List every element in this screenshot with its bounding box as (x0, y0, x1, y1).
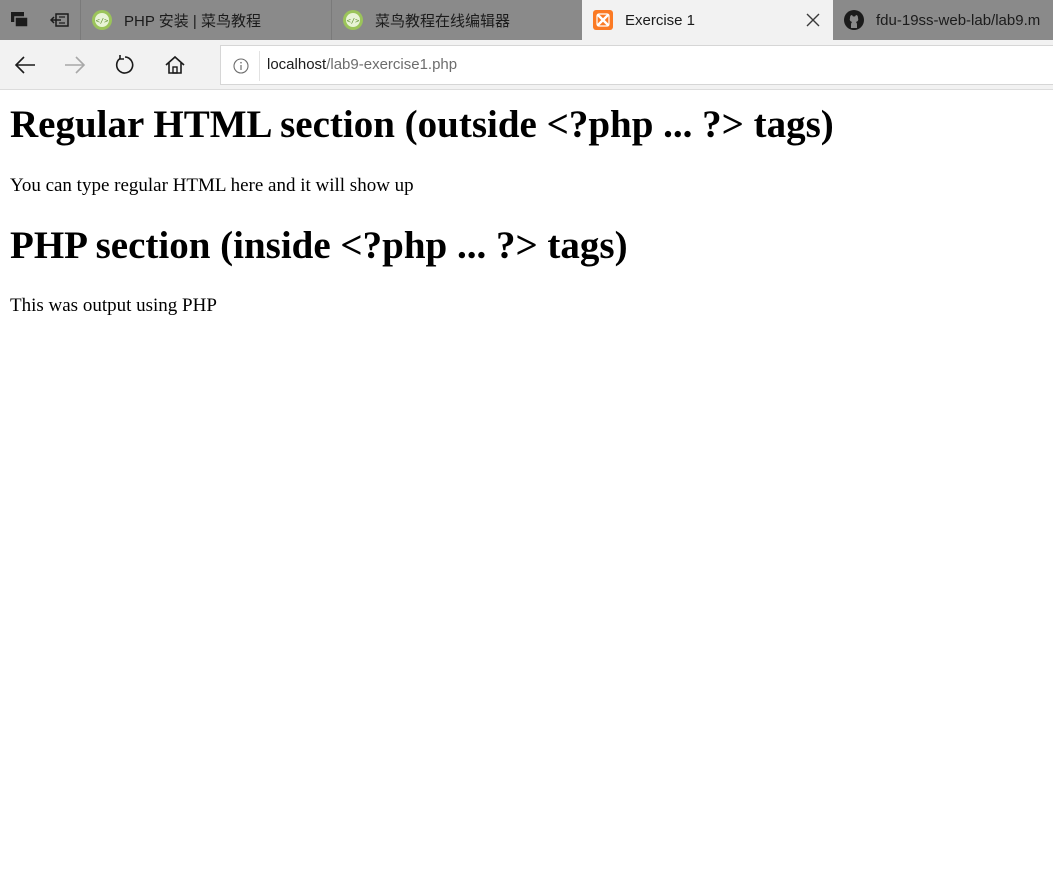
refresh-button[interactable] (100, 40, 150, 90)
back-arrow-icon (14, 56, 35, 74)
runoob-icon: </> (343, 10, 363, 30)
tab-title: 菜鸟教程在线编辑器 (375, 12, 511, 30)
url-host: localhost (267, 56, 327, 73)
tab-exercise-1[interactable]: Exercise 1 (582, 0, 833, 40)
set-aside-icon (50, 13, 69, 27)
forward-button[interactable] (50, 40, 100, 90)
runoob-icon: </> (92, 10, 112, 30)
tab-title: Exercise 1 (625, 11, 696, 29)
url-path: /lab9-exercise1.php (326, 56, 458, 73)
tab-php-install[interactable]: </> PHP 安装 | 菜鸟教程 (80, 0, 331, 40)
home-icon (165, 55, 185, 74)
github-icon (844, 10, 864, 30)
back-button[interactable] (0, 40, 50, 90)
tab-title: fdu-19ss-web-lab/lab9.m (876, 11, 1041, 29)
navigation-bar: localhost/lab9-exercise1.php (0, 40, 1053, 90)
xampp-icon (593, 10, 613, 30)
svg-text:</>: </> (347, 17, 360, 25)
close-icon (806, 13, 820, 27)
page-content: Regular HTML section (outside <?php ... … (0, 91, 1053, 891)
set-aside-tabs-button[interactable] (40, 0, 80, 40)
paragraph-php-output: This was output using PHP (10, 295, 217, 317)
info-icon[interactable] (233, 58, 249, 74)
tab-strip: </> PHP 安装 | 菜鸟教程 </> 菜鸟教程在线编辑器 Exercise… (0, 0, 1053, 40)
heading-php-section: PHP section (inside <?php ... ?> tags) (10, 223, 628, 267)
paragraph-regular-html: You can type regular HTML here and it wi… (10, 174, 414, 196)
close-tab-button[interactable] (803, 10, 823, 30)
tab-preview-icon (11, 12, 29, 28)
address-bar[interactable]: localhost/lab9-exercise1.php (220, 45, 1053, 85)
heading-regular-html: Regular HTML section (outside <?php ... … (10, 103, 834, 146)
url-text[interactable]: localhost/lab9-exercise1.php (267, 56, 457, 73)
svg-text:</>: </> (96, 17, 109, 25)
tab-online-editor[interactable]: </> 菜鸟教程在线编辑器 (331, 0, 582, 40)
home-button[interactable] (150, 40, 200, 90)
forward-arrow-icon (65, 56, 86, 74)
refresh-icon (115, 55, 134, 74)
tab-title: PHP 安装 | 菜鸟教程 (124, 12, 261, 30)
tab-github-lab9[interactable]: fdu-19ss-web-lab/lab9.m (833, 0, 1053, 40)
tab-preview-button[interactable] (0, 0, 40, 40)
address-separator (259, 51, 260, 81)
